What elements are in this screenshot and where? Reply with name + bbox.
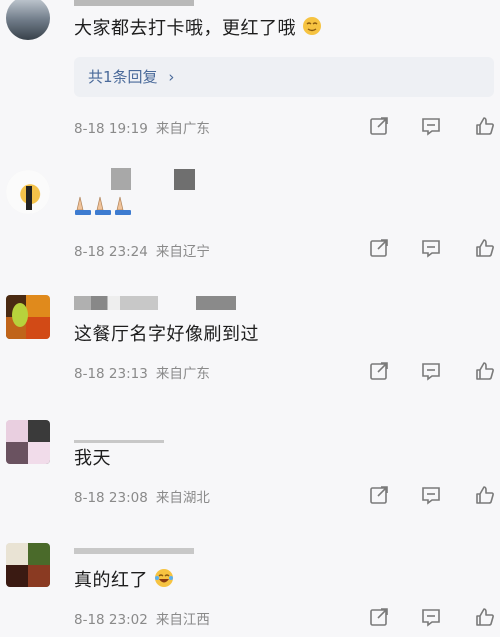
comment-location: 来自广东	[155, 366, 210, 382]
comment-icon[interactable]	[418, 482, 444, 508]
username[interactable]	[74, 0, 194, 6]
comment-icon[interactable]	[418, 113, 444, 139]
avatar[interactable]	[6, 543, 50, 587]
avatar[interactable]	[6, 295, 50, 339]
comment-meta: 8-18 23:13 来自广东	[74, 362, 218, 382]
chevron-right-icon: ›	[168, 68, 175, 86]
comment-text: 我天	[74, 444, 111, 470]
username[interactable]	[74, 548, 194, 554]
comment-meta: 8-18 19:19 来自广东	[74, 117, 218, 137]
comment-date: 8-18 23:02	[74, 612, 148, 628]
praying-hands-emoji	[74, 194, 136, 221]
comment-icon[interactable]	[418, 358, 444, 384]
comment-location: 来自辽宁	[155, 244, 210, 260]
smirk-emoji	[302, 16, 322, 41]
comment-actions	[366, 235, 496, 261]
comment-actions	[366, 113, 496, 139]
comment-text-content: 这餐厅名字好像刷到过	[74, 324, 259, 345]
thumbs-up-icon[interactable]	[472, 604, 498, 630]
comment-location: 来自湖北	[155, 490, 210, 506]
username[interactable]	[74, 296, 158, 310]
reply-summary-link[interactable]: 共1条回复 ›	[74, 57, 494, 97]
thumbs-up-icon[interactable]	[472, 482, 498, 508]
comment-text-content: 大家都去打卡哦，更红了哦	[74, 18, 296, 39]
comment-meta: 8-18 23:08 来自湖北	[74, 486, 218, 506]
comment-meta: 8-18 23:24 来自辽宁	[74, 240, 218, 260]
comment-actions	[366, 358, 496, 384]
share-icon[interactable]	[366, 604, 392, 630]
comment-text: 这餐厅名字好像刷到过	[74, 320, 259, 346]
avatar[interactable]	[6, 170, 50, 214]
comment-text: 真的红了	[74, 566, 174, 593]
thumbs-up-icon[interactable]	[472, 358, 498, 384]
username-mosaic	[196, 296, 236, 310]
avatar[interactable]	[6, 420, 50, 464]
comment-actions	[366, 604, 496, 630]
share-icon[interactable]	[366, 358, 392, 384]
username[interactable]	[111, 168, 131, 190]
username-mosaic	[174, 169, 195, 190]
comment-location: 来自广东	[155, 121, 210, 137]
comment-text: 大家都去打卡哦，更红了哦	[74, 14, 322, 41]
comment-icon[interactable]	[418, 604, 444, 630]
laughing-tears-emoji	[154, 568, 174, 593]
share-icon[interactable]	[366, 113, 392, 139]
comment-icon[interactable]	[418, 235, 444, 261]
comment-text-content: 我天	[74, 448, 111, 469]
reply-summary-label: 共1条回复	[88, 68, 158, 86]
comment-text	[74, 194, 136, 221]
username[interactable]	[74, 440, 164, 443]
comment-text-content: 真的红了	[74, 570, 148, 591]
comment-actions	[366, 482, 496, 508]
comment-date: 8-18 23:24	[74, 244, 148, 260]
comment-date: 8-18 23:08	[74, 490, 148, 506]
avatar[interactable]	[6, 0, 50, 40]
comment-date: 8-18 19:19	[74, 121, 148, 137]
thumbs-up-icon[interactable]	[472, 113, 498, 139]
comment-location: 来自江西	[155, 612, 210, 628]
share-icon[interactable]	[366, 235, 392, 261]
thumbs-up-icon[interactable]	[472, 235, 498, 261]
comment-date: 8-18 23:13	[74, 366, 148, 382]
share-icon[interactable]	[366, 482, 392, 508]
comment-meta: 8-18 23:02 来自江西	[74, 608, 218, 628]
